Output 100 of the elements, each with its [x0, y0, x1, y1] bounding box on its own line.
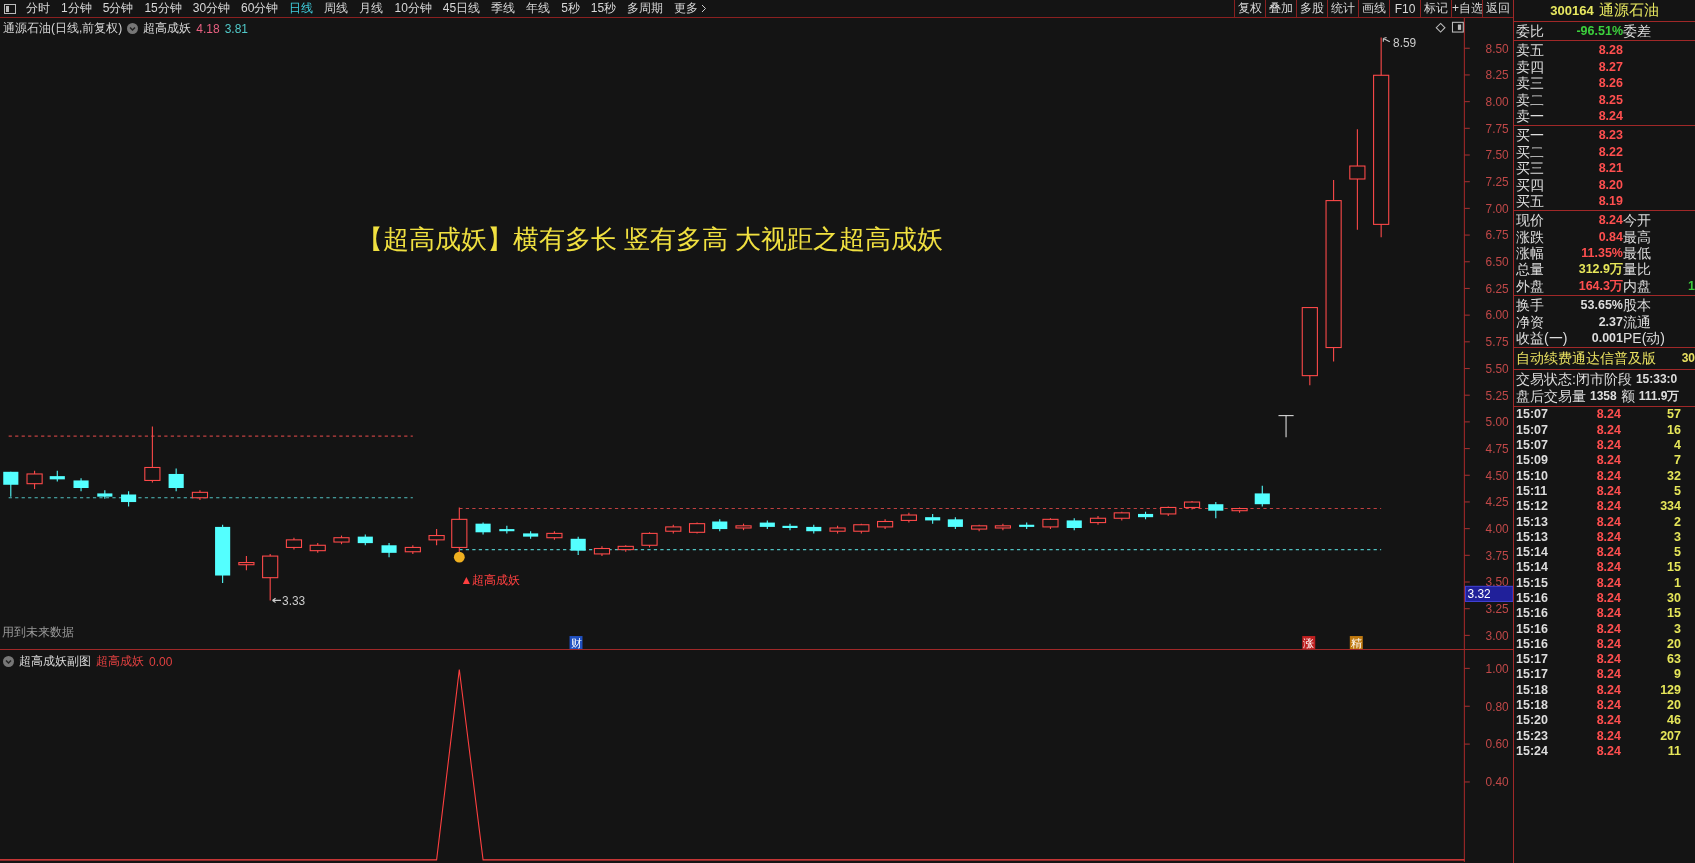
toolbar-button[interactable]: +自选	[1451, 0, 1482, 17]
candlestick	[1066, 517, 1082, 531]
candlestick	[1113, 511, 1130, 521]
toolbar-button[interactable]: 返回	[1482, 0, 1513, 17]
price-tick: 3.75	[1485, 548, 1509, 563]
candlestick	[1277, 415, 1295, 438]
period-tab[interactable]: 15分钟	[139, 0, 187, 17]
diamond-icon[interactable]	[1435, 22, 1446, 33]
period-tab[interactable]: 年线	[521, 0, 556, 17]
period-tab[interactable]: 5分钟	[97, 0, 139, 17]
field-value: 8.26	[1597, 75, 1623, 92]
field-label: 涨跌	[1516, 228, 1545, 246]
toolbar-button[interactable]: 复权	[1234, 0, 1265, 17]
event-marker[interactable]: 财	[569, 636, 583, 649]
toolbar-button[interactable]: 统计	[1327, 0, 1358, 17]
stock-name: 通源石油	[1598, 1, 1659, 20]
period-tab[interactable]: 5秒	[556, 0, 585, 17]
tick-volume: 20	[1666, 636, 1681, 653]
candlestick	[1019, 522, 1035, 530]
tick-price: 8.24	[1595, 591, 1621, 607]
tick-price: 8.24	[1595, 743, 1621, 760]
more-button[interactable]: 更多	[669, 0, 713, 17]
panel-toggle-icon[interactable]	[1451, 21, 1464, 33]
price-tick: 6.75	[1485, 228, 1509, 243]
field-value: 8.24	[1597, 212, 1623, 229]
toolbar-button[interactable]: 多股	[1296, 0, 1327, 17]
field-value: 312.9万	[1577, 261, 1623, 278]
tick-time: 15:07	[1516, 407, 1549, 423]
period-tab[interactable]: 日线	[284, 0, 319, 17]
candlestick	[1160, 505, 1177, 517]
field-label: 卖二	[1516, 91, 1545, 108]
price-tick: 8.25	[1485, 68, 1509, 83]
candlestick	[1042, 517, 1059, 530]
candlestick	[925, 513, 941, 525]
candlestick	[285, 537, 303, 551]
event-marker[interactable]: 涨	[1302, 636, 1316, 649]
toolbar-button[interactable]: 画线	[1358, 0, 1389, 17]
tick-time: 15:17	[1516, 667, 1549, 683]
period-tab[interactable]: 60分钟	[236, 0, 284, 17]
field-value: 8.20	[1597, 176, 1623, 193]
field-value: 11.35%	[1580, 245, 1623, 262]
period-tab[interactable]: 季线	[486, 0, 521, 17]
tick-volume: 334	[1659, 499, 1681, 515]
arrow-icon	[1382, 36, 1391, 43]
high-price-label: 8.59	[1393, 36, 1417, 51]
period-tab[interactable]: 月线	[354, 0, 389, 17]
indicator-value: 3.81	[224, 21, 249, 36]
toolbar-button[interactable]: 标记	[1420, 0, 1451, 17]
tick-price: 8.24	[1595, 407, 1621, 423]
candlestick	[357, 533, 373, 546]
period-tab[interactable]: 10分钟	[389, 0, 437, 17]
tick-time: 15:12	[1516, 499, 1549, 515]
field-value: 8.28	[1597, 42, 1623, 59]
field-label: 现价	[1516, 212, 1545, 229]
candlestick	[121, 490, 137, 507]
period-tab[interactable]: 分时	[21, 0, 55, 17]
subchart-title: 超高成妖副图	[19, 653, 91, 670]
period-tab[interactable]: 周线	[319, 0, 354, 17]
candlestick	[853, 523, 870, 534]
period-tab[interactable]: 1分钟	[56, 0, 97, 17]
candlestick	[428, 528, 445, 546]
candlestick	[900, 512, 917, 524]
price-tick: 4.00	[1485, 521, 1509, 536]
toolbar-button[interactable]: 叠加	[1265, 0, 1296, 17]
period-tab[interactable]: 45日线	[437, 0, 486, 17]
price-tick: 5.25	[1485, 388, 1509, 403]
price-tick: 6.25	[1485, 281, 1509, 296]
signal-label: ▲超高成妖	[460, 573, 521, 588]
indicator-name: 超高成妖	[143, 20, 192, 37]
candlestick	[1138, 511, 1154, 520]
panel-toggle-icon[interactable]	[4, 3, 16, 14]
period-tab[interactable]: 30分钟	[187, 0, 236, 17]
field-label: 内盘	[1623, 277, 1652, 295]
price-tick: 7.50	[1485, 148, 1509, 163]
candlestick	[546, 530, 563, 541]
candlestick	[877, 518, 894, 530]
field-label: 买五	[1516, 192, 1545, 210]
candlestick	[994, 523, 1011, 531]
arrow-icon	[271, 597, 282, 604]
tick-time: 15:18	[1516, 682, 1549, 699]
tick-price: 8.24	[1595, 636, 1621, 653]
period-tab[interactable]: 15秒	[585, 0, 622, 17]
promo-text[interactable]: 自动续费通达信普及版	[1516, 349, 1656, 369]
toolbar-button[interactable]: F10	[1389, 0, 1420, 17]
tick-price: 8.24	[1595, 560, 1621, 576]
promo-value: 30	[1681, 350, 1695, 368]
field-label: PE(动)	[1623, 330, 1666, 347]
field-value: 8.19	[1597, 192, 1623, 210]
candlestick	[215, 524, 231, 584]
candlestick	[1183, 500, 1201, 511]
price-tick: 4.25	[1485, 495, 1509, 510]
field-label: 最低	[1623, 245, 1652, 262]
field-value: 2.37	[1597, 313, 1623, 331]
field-label: 买三	[1516, 160, 1545, 177]
period-tab[interactable]: 多周期	[622, 0, 669, 17]
candlestick	[806, 524, 822, 534]
candlestick	[971, 524, 988, 532]
collapse-icon[interactable]	[3, 656, 14, 667]
collapse-icon[interactable]	[127, 23, 139, 34]
candlestick	[735, 523, 752, 531]
